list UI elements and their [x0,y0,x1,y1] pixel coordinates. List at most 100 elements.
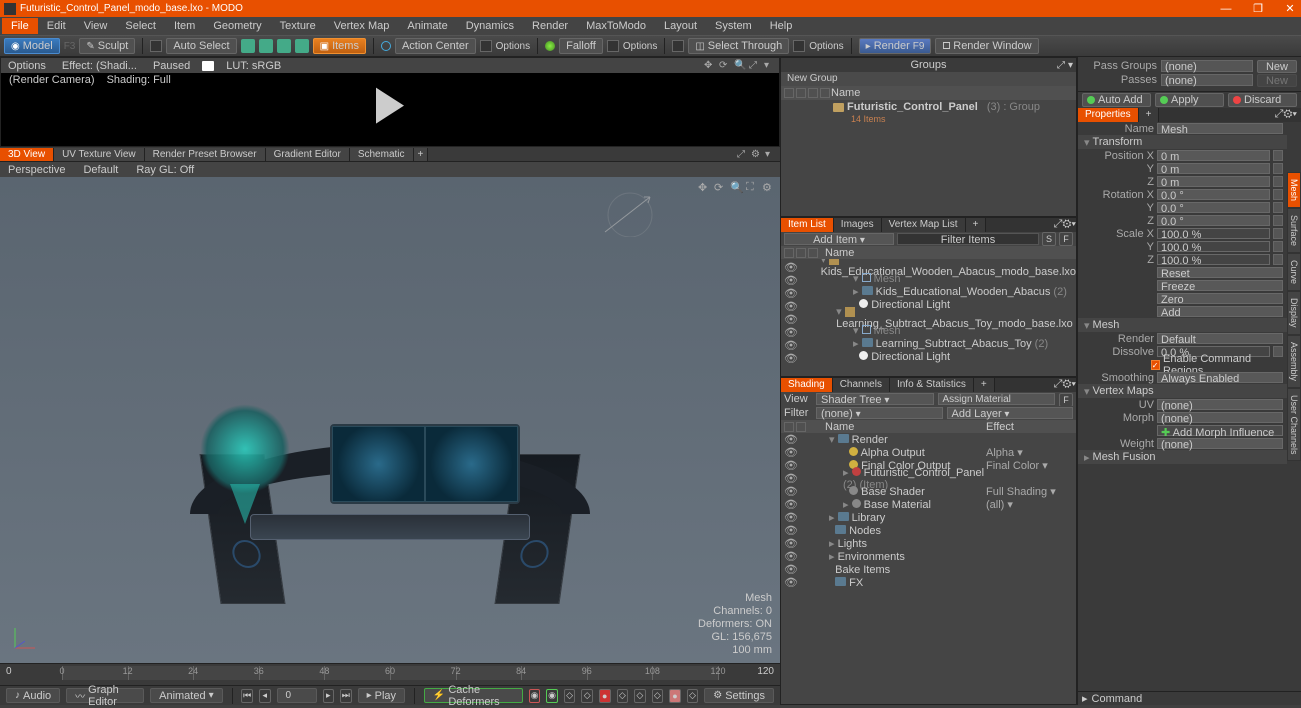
tab-renderpreset[interactable]: Render Preset Browser [145,148,266,161]
key-icon-6[interactable]: ● [669,689,681,703]
filter-s-icon[interactable]: S [1042,232,1056,246]
autoadd-button[interactable]: Auto Add [1082,93,1151,107]
il-menu-icon[interactable]: ▾ [1071,218,1076,230]
roty-field[interactable]: 0.0 ° [1157,202,1270,213]
menu-texture[interactable]: Texture [271,18,325,34]
tab-shading[interactable]: Shading [781,378,833,392]
group-row[interactable]: Futuristic_Control_Panel (3): Group [781,100,1076,114]
menu-render[interactable]: Render [523,18,577,34]
rp-paused[interactable]: Paused [149,60,194,72]
meshfusion-header[interactable]: Mesh Fusion [1093,451,1156,463]
minimize-button[interactable]: — [1219,2,1233,16]
rp-shading[interactable]: Shading: Full [107,74,171,86]
renderwindow-button[interactable]: 🞐 Render Window [935,38,1038,54]
close-button[interactable]: ✕ [1283,2,1297,16]
key-icon-5[interactable]: ◇ [652,689,664,703]
actioncenter-button[interactable]: Action Center [395,38,476,54]
sh-menu-icon[interactable]: ▾ [1071,378,1076,390]
sclx-spinner[interactable] [1273,228,1283,239]
groups-menu-icon[interactable]: ▾ [1068,60,1073,71]
vt-menu-icon[interactable]: ▾ [765,149,776,160]
menu-system[interactable]: System [706,18,761,34]
menu-maxtomodo[interactable]: MaxToModo [577,18,655,34]
key-icon-2[interactable]: ◇ [581,689,593,703]
view-default[interactable]: Default [83,164,118,176]
rp-effect[interactable]: Effect: (Shadi... [58,60,141,72]
tab-add-items[interactable]: + [966,218,987,232]
next-frame-icon[interactable]: ▸ [323,689,335,703]
tab-add[interactable]: + [414,148,429,161]
menu-help[interactable]: Help [761,18,802,34]
play-button[interactable]: ▸ Play [358,688,405,703]
posx-spinner[interactable] [1273,150,1283,161]
vt-expand-icon[interactable]: ⤢ [737,149,748,160]
posx-field[interactable]: 0 m [1157,150,1270,161]
actioncenter-icon[interactable] [381,41,391,51]
rotx-field[interactable]: 0.0 ° [1157,189,1270,200]
record-icon[interactable]: ● [599,689,611,703]
tab-schematic[interactable]: Schematic [350,148,414,161]
passes-new-button[interactable]: New [1257,74,1297,87]
weight-dropdown[interactable]: (none) [1157,438,1283,449]
ecr-checkbox[interactable] [1151,360,1160,370]
vp-move-icon[interactable]: ✥ [698,181,710,193]
shadertree-dropdown[interactable]: Shader Tree ▾ [816,393,934,405]
poly-mode-icon[interactable] [277,39,291,53]
vertexmaps-header[interactable]: Vertex Maps [1093,385,1154,397]
rp-menu-icon[interactable]: ▾ [764,60,775,71]
uv-dropdown[interactable]: (none) [1157,399,1283,410]
freeze-dropdown[interactable]: Freeze [1157,280,1283,291]
rotz-field[interactable]: 0.0 ° [1157,215,1270,226]
tab-3dview[interactable]: 3D View [0,148,54,161]
mesh-header[interactable]: Mesh [1093,319,1120,331]
menu-file[interactable]: File [2,18,38,34]
animated-dropdown[interactable]: Animated ▾ [150,688,223,703]
roty-spinner[interactable] [1273,202,1283,213]
key-icon-3[interactable]: ◇ [617,689,629,703]
timeline[interactable]: 0 01224364860728496108120 120 [0,663,780,685]
menu-dynamics[interactable]: Dynamics [457,18,523,34]
passgroups-new-button[interactable]: New [1257,60,1297,73]
posy-spinner[interactable] [1273,163,1283,174]
viewport-3d[interactable]: ✥ ⟳ 🔍 ⛶ ⚙ Mesh Channels: 0 [0,177,780,663]
pause-icon[interactable] [202,61,214,71]
shader-row[interactable]: 👁 Nodes [781,524,1076,537]
shader-row[interactable]: 👁▸ Library [781,511,1076,524]
options-checkbox-3[interactable] [793,40,805,52]
item-row[interactable]: 👁▾ Kids_Educational_Wooden_Abacus_modo_b… [781,259,1076,272]
shader-row[interactable]: 👁▸ Environments [781,550,1076,563]
shader-row[interactable]: 👁▸ Futuristic_Control_Panel (2) (Item) [781,472,1076,485]
item-row[interactable]: 👁 Directional Light [781,350,1076,363]
key-icon-4[interactable]: ◇ [634,689,646,703]
stab-curve[interactable]: Curve [1287,253,1301,291]
rp-reload-icon[interactable]: ⟳ [719,60,730,71]
vertex-mode-icon[interactable] [241,39,255,53]
zero-dropdown[interactable]: Zero [1157,293,1283,304]
settings-button[interactable]: ⚙ Settings [704,688,774,703]
frame-field[interactable]: 0 [277,688,317,703]
tab-vertexmaplist[interactable]: Vertex Map List [882,218,966,232]
posz-field[interactable]: 0 m [1157,176,1270,187]
stab-userchannels[interactable]: User Channels [1287,388,1301,462]
rotz-spinner[interactable] [1273,215,1283,226]
morph-dropdown[interactable]: (none) [1157,412,1283,423]
timeline-end[interactable]: 120 [748,666,774,677]
sclz-spinner[interactable] [1273,254,1283,265]
edge-mode-icon[interactable] [259,39,273,53]
grapheditor-button[interactable]: 〰 Graph Editor [66,688,144,703]
rp-lut[interactable]: LUT: sRGB [222,60,285,72]
sclx-field[interactable]: 100.0 % [1157,228,1270,239]
stab-assembly[interactable]: Assembly [1287,335,1301,388]
add-item-dropdown[interactable]: Add Item ▾ [784,233,894,245]
shader-row[interactable]: 👁 Alpha Output Alpha ▾ [781,446,1076,459]
tab-properties-add[interactable]: + [1139,108,1160,122]
vp-max-icon[interactable]: ⛶ [746,181,758,193]
menu-geometry[interactable]: Geometry [204,18,270,34]
scly-spinner[interactable] [1273,241,1283,252]
compass-gizmo[interactable] [600,187,660,237]
rec-icon-1[interactable]: ◉ [529,689,541,703]
reset-dropdown[interactable]: Reset [1157,267,1283,278]
groups-expand-icon[interactable]: ⤢ [1057,60,1065,71]
sh-f-icon[interactable]: F [1059,393,1073,407]
rp-expand-icon[interactable]: ⤢ [749,60,760,71]
